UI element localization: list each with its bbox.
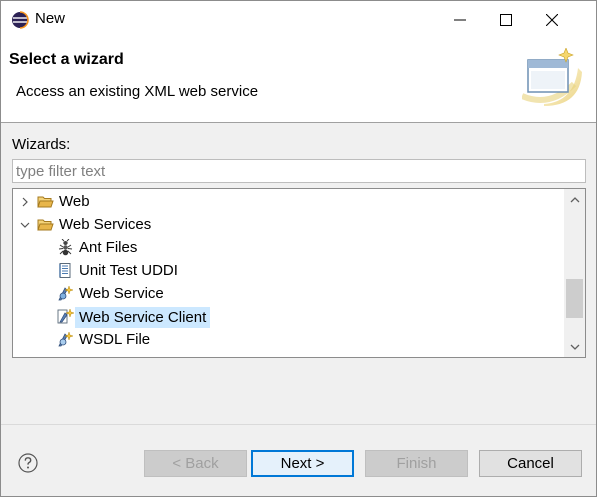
filter-input[interactable] (13, 160, 585, 182)
chevron-up-icon (570, 196, 579, 202)
maximize-icon (500, 13, 512, 26)
tree-item-web-service-client[interactable]: Web Service Client (13, 305, 563, 328)
close-button[interactable] (529, 1, 575, 38)
tree-item-wsdl-file[interactable]: WSDL File (13, 328, 563, 351)
chevron-right-icon[interactable] (19, 196, 31, 208)
tree-item-label: Web (59, 193, 90, 210)
wsdl-icon (58, 331, 74, 347)
ant-icon (58, 239, 73, 256)
page-description: Access an existing XML web service (16, 83, 259, 100)
wizard-header: Select a wizard Access an existing XML w… (1, 38, 596, 123)
window-title: New (35, 10, 66, 27)
new-wizard-dialog: New Select a wizard Access an existing X… (0, 0, 597, 497)
tree-vertical-scrollbar[interactable] (564, 189, 585, 357)
wizards-label: Wizards: (12, 136, 71, 153)
tree-item-unit-test-uddi[interactable]: Unit Test UDDI (13, 259, 563, 282)
scroll-down-button[interactable] (564, 336, 585, 357)
tree-item-label: Ant Files (79, 239, 138, 256)
footer-divider (1, 424, 596, 425)
tree-item-label: Web Services (59, 216, 152, 233)
tree-item-label: Unit Test UDDI (79, 262, 178, 279)
next-button[interactable]: Next > (251, 450, 354, 477)
cancel-button[interactable]: Cancel (479, 450, 582, 477)
back-button[interactable]: < Back (144, 450, 247, 477)
filter-field-container (12, 159, 586, 183)
finish-button[interactable]: Finish (365, 450, 468, 477)
help-icon[interactable] (18, 453, 38, 473)
maximize-button[interactable] (483, 1, 529, 38)
chevron-down-icon (570, 344, 579, 350)
wizards-tree[interactable]: Web Web Services Ant Files Unit Test UDD… (12, 188, 586, 358)
minimize-button[interactable] (437, 1, 483, 38)
page-title: Select a wizard (9, 51, 124, 68)
folder-open-icon (37, 219, 54, 231)
web-service-client-icon (57, 308, 74, 324)
minimize-icon (454, 19, 466, 20)
wizard-banner-icon (522, 48, 582, 106)
title-bar[interactable]: New (1, 1, 596, 38)
web-service-icon (58, 285, 74, 301)
tree-item-label: WSDL File (79, 331, 151, 348)
scroll-up-button[interactable] (564, 189, 585, 210)
tree-item-web-services[interactable]: Web Services (13, 213, 563, 236)
tree-item-label: Web Service (79, 285, 164, 302)
eclipse-icon (12, 11, 29, 29)
close-icon (546, 13, 558, 26)
tree-item-label: Web Service Client (75, 307, 211, 328)
tree-item-web[interactable]: Web (13, 190, 563, 213)
tree-item-ant-files[interactable]: Ant Files (13, 236, 563, 259)
chevron-down-icon[interactable] (19, 219, 31, 231)
folder-icon (37, 196, 54, 208)
tree-item-web-service[interactable]: Web Service (13, 282, 563, 305)
scrollbar-thumb[interactable] (566, 279, 583, 318)
uddi-icon (59, 263, 71, 278)
